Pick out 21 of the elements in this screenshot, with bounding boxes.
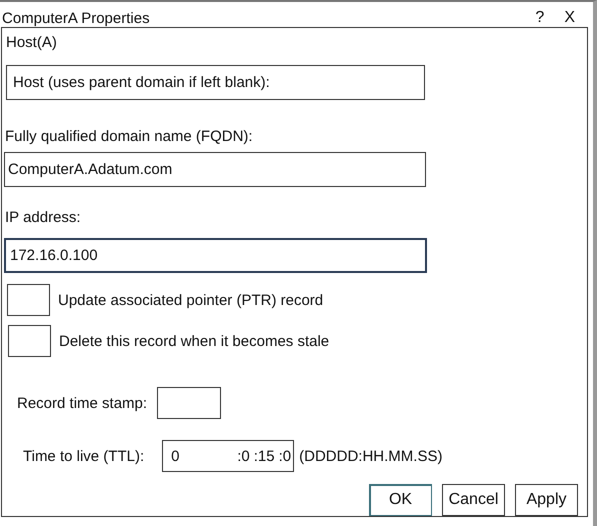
tab-label[interactable]: Host(A) [6,34,587,51]
checkbox-label: Delete this record when it becomes stale [59,332,330,350]
window-title: ComputerA Properties [2,10,151,27]
ip-field[interactable]: 172.16.0.100 [4,238,427,273]
close-button[interactable]: X [564,9,575,27]
ttl-label: Time to live (TTL): [23,448,144,464]
fqdn-field[interactable]: ComputerA.Adatum.com [4,152,426,187]
dialog-button[interactable]: Apply [515,484,578,516]
host-field[interactable]: Host (uses parent domain if left blank): [6,65,425,100]
fqdn-label: Fully qualified domain name (FQDN): [5,128,254,145]
checkbox-label: Update associated pointer (PTR) record [58,292,324,308]
timestamp-label: Record time stamp: [17,394,148,412]
dialog-button[interactable]: OK [369,484,432,516]
timestamp-field[interactable] [157,387,222,419]
help-button[interactable]: ? [535,9,544,27]
checkbox[interactable] [8,325,51,357]
ttl-field[interactable]: 0 :0 :15 :0 [162,440,294,472]
dialog-button[interactable]: Cancel [442,484,505,516]
ip-label: IP address: [5,209,82,226]
ttl-format: (DDDDD:HH.MM.SS) [299,448,442,464]
checkbox[interactable] [7,284,50,316]
